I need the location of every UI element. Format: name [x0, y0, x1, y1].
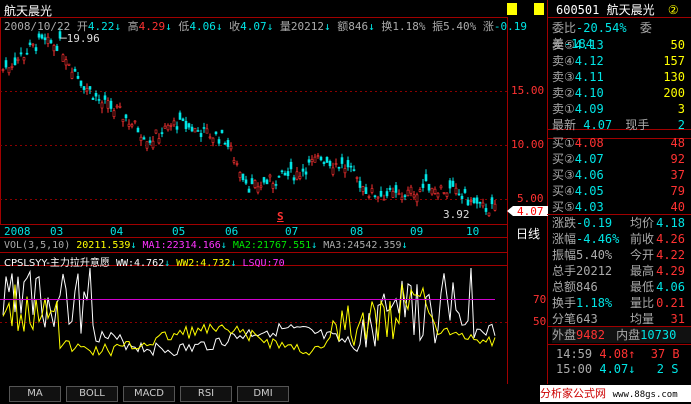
- buy-level-1[interactable]: 买①4.08 48: [552, 135, 691, 151]
- min-price-label: 3.92: [443, 208, 470, 221]
- time-label-05: 05: [172, 225, 186, 238]
- level-label: 卖①: [552, 102, 575, 116]
- level-price: 4.11: [574, 70, 604, 84]
- level-price: 4.13: [574, 38, 604, 52]
- scroll-up-icon: [507, 3, 517, 15]
- level-price: 4.05: [574, 184, 604, 198]
- sell-level-5[interactable]: 卖⑤4.13 50: [552, 37, 691, 53]
- level-volume: 92: [670, 152, 685, 166]
- stat-row: 分笔643 均量 31: [552, 312, 685, 326]
- level-label: 买⑤: [552, 200, 575, 214]
- time-label-09: 09: [410, 225, 424, 238]
- latest-row: 最新 4.07 现手 2: [552, 118, 685, 132]
- buy-level-5[interactable]: 买⑤4.03 40: [552, 199, 691, 215]
- price-tick-5: 5.00: [517, 192, 544, 205]
- tab-rsi[interactable]: RSI: [180, 386, 232, 402]
- outer-inner-row: 外盘9482 内盘10730: [552, 327, 691, 343]
- level-volume: 200: [663, 86, 685, 100]
- sell-signal-marker: S: [277, 210, 284, 223]
- level-label: 卖④: [552, 54, 575, 68]
- level-volume: 50: [670, 38, 685, 52]
- level-volume: 130: [663, 70, 685, 84]
- indicator-lines: [2, 267, 496, 357]
- period-label[interactable]: 日线: [516, 225, 540, 242]
- level-label: 买①: [552, 136, 575, 150]
- sell-level-3[interactable]: 卖③4.11 130: [552, 69, 691, 85]
- level-label: 买④: [552, 184, 575, 198]
- level-price: 4.03: [574, 200, 604, 214]
- ind-tick-50: 50: [533, 315, 547, 328]
- level-label: 卖②: [552, 86, 575, 100]
- time-label-03: 03: [50, 225, 64, 238]
- time-label-07: 07: [285, 225, 299, 238]
- level-price: 4.08: [574, 136, 604, 150]
- level-label: 卖③: [552, 70, 575, 84]
- tab-macd[interactable]: MACD: [123, 386, 175, 402]
- candlestick-series: [1, 28, 497, 217]
- panel-toggle-icon: ②: [667, 3, 679, 17]
- stat-row: 振幅5.40% 今开 4.22: [552, 248, 685, 262]
- stock-title: 航天晨光: [4, 4, 53, 18]
- time-label-06: 06: [225, 225, 239, 238]
- level-price: 4.12: [574, 54, 604, 68]
- time-label-10: 10: [466, 225, 480, 238]
- level-price: 4.09: [574, 102, 604, 116]
- tick-row-1: 14:59 4.08↑ 37 B: [556, 347, 680, 361]
- level-volume: 3: [677, 102, 685, 116]
- stat-row: 涨跌-0.19 均价 4.18: [552, 216, 685, 230]
- stat-row: 总手20212 最高 4.29: [552, 264, 685, 278]
- level-label: 买②: [552, 152, 575, 166]
- watermark: 分析家公式网 www.88gs.com: [540, 385, 691, 402]
- stat-row: 涨幅-4.46% 前收 4.26: [552, 232, 685, 246]
- time-label-08: 08: [350, 225, 364, 238]
- level-volume: 40: [670, 200, 685, 214]
- max-price-label: ─19.96: [60, 32, 100, 45]
- scroll-down-icon: [534, 3, 544, 15]
- time-label-04: 04: [110, 225, 124, 238]
- sell-level-4[interactable]: 卖④4.12 157: [552, 53, 691, 69]
- level-volume: 79: [670, 184, 685, 198]
- time-label-2008: 2008: [4, 225, 31, 238]
- level-price: 4.07: [574, 152, 604, 166]
- sell-level-2[interactable]: 卖②4.10 200: [552, 85, 691, 101]
- tab-ma[interactable]: MA: [9, 386, 61, 402]
- buy-level-2[interactable]: 买②4.07 92: [552, 151, 691, 167]
- stat-row: 换手1.18% 量比 0.21: [552, 296, 685, 310]
- buy-level-3[interactable]: 买③4.06 37: [552, 167, 691, 183]
- level-price: 4.06: [574, 168, 604, 182]
- level-label: 买③: [552, 168, 575, 182]
- level-label: 卖⑤: [552, 38, 575, 52]
- tab-boll[interactable]: BOLL: [66, 386, 118, 402]
- level-price: 4.10: [574, 86, 604, 100]
- stat-row: 总额846 最低 4.06: [552, 280, 685, 294]
- current-price-tag: 4.07: [517, 205, 544, 218]
- level-volume: 48: [670, 136, 685, 150]
- vol-info-line: VOL(3,5,10) 20211.539↓ MA1:22314.166↓ MA…: [4, 240, 408, 251]
- price-tick-15: 15.00: [511, 84, 545, 97]
- tick-row-2: 15:00 4.07↓ 2 S: [556, 362, 679, 376]
- buy-level-4[interactable]: 买④4.05 79: [552, 183, 691, 199]
- sell-level-1[interactable]: 卖①4.09 3: [552, 101, 691, 117]
- level-volume: 157: [663, 54, 685, 68]
- tab-dmi[interactable]: DMI: [237, 386, 289, 402]
- price-tick-10: 10.00: [511, 138, 545, 151]
- quote-header: 600501 航天晨光 ②: [556, 3, 679, 17]
- level-volume: 37: [670, 168, 685, 182]
- indicator-info-line: CPSLSYY-主力拉升意愿 WW:4.762↓ WW2:4.732↓ LSQU…: [4, 258, 285, 269]
- weibi-row: 委比-20.54% 委差-184: [552, 21, 652, 51]
- ind-tick-70: 70: [533, 293, 547, 306]
